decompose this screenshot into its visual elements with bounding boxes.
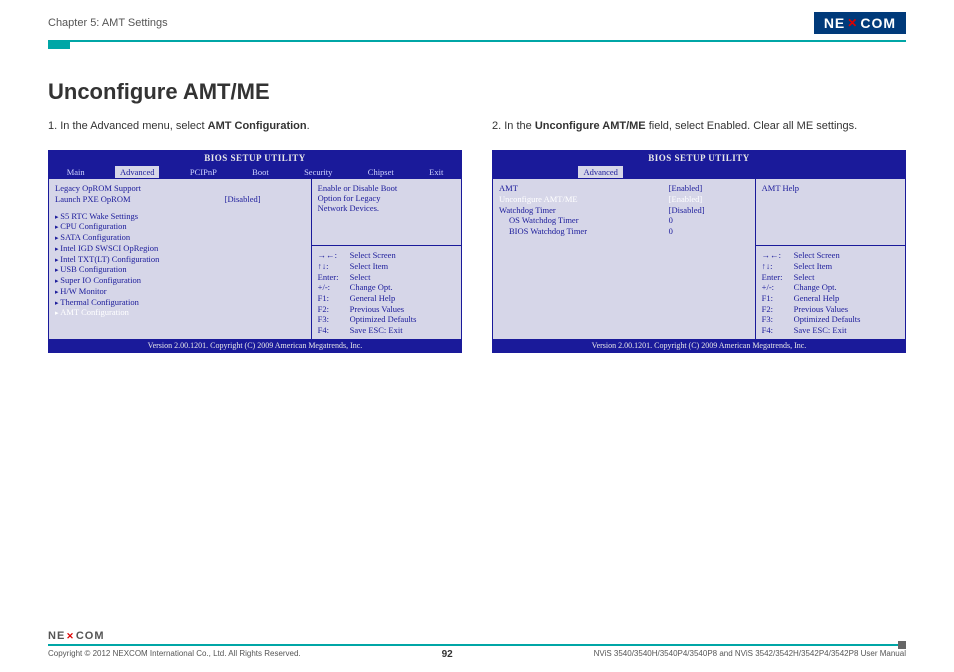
bios-menu-exit: Exit [424,166,448,178]
bios-menu: Main Advanced PCIPnP Boot Security Chipset Exi… [49,165,461,179]
instruction-1: 1. In the Advanced menu, select AMT Conf… [48,119,462,134]
bios-title: BIOS SETUP UTILITY [493,151,905,165]
bios-menu-security: Security [299,166,337,178]
header-rule [48,40,906,42]
page-header: Chapter 5: AMT Settings NE ✕ COM [0,0,954,38]
left-column: 1. In the Advanced menu, select AMT Conf… [48,119,462,353]
columns: 1. In the Advanced menu, select AMT Conf… [48,119,906,353]
bios-menu-advanced: Advanced [578,166,622,178]
footer-line: Copyright © 2012 NEXCOM International Co… [48,649,906,660]
right-column: 2. In the Unconfigure AMT/ME field, sele… [492,119,906,353]
footer-logo: NE ✕ COM [48,630,105,642]
bios-left-pane: Legacy OpROM SupportLaunch PXE OpROM[Dis… [49,179,312,339]
bios-menu-advanced: Advanced [115,166,159,178]
help-description: AMT Help [762,183,899,193]
help-divider [756,245,905,246]
content: Unconfigure AMT/ME 1. In the Advanced me… [0,49,954,353]
bios-right-pane: AMT Help →←:Select Screen↑↓:Select ItemE… [756,179,905,339]
bios-left-pane: AMT[Enabled]Unconfigure AMT/ME[Enabled]W… [493,179,756,339]
header-tab [48,41,70,49]
bios-screenshot-1: BIOS SETUP UTILITY Main Advanced PCIPnP Boo… [48,150,462,353]
bios-menu-main: Main [62,166,90,178]
bios-menu-boot: Boot [247,166,274,178]
bios-footer: Version 2.00.1201. Copyright (C) 2009 Am… [493,339,905,352]
help-description: Enable or Disable BootOption for LegacyN… [318,183,455,213]
bios-menu-chipset: Chipset [363,166,399,178]
logo-x-icon: ✕ [847,16,858,30]
nexcom-logo: NE ✕ COM [814,12,906,34]
help-divider [312,245,461,246]
bios-screenshot-2: BIOS SETUP UTILITY Main Advanced x x x x… [492,150,906,353]
copyright: Copyright © 2012 NEXCOM International Co… [48,649,301,660]
bios-body: AMT[Enabled]Unconfigure AMT/ME[Enabled]W… [493,179,905,339]
bios-body: Legacy OpROM SupportLaunch PXE OpROM[Dis… [49,179,461,339]
chapter-title: Chapter 5: AMT Settings [48,17,168,29]
bios-right-pane: Enable or Disable BootOption for LegacyN… [312,179,461,339]
help-keys: →←:Select Screen↑↓:Select ItemEnter:Sele… [318,250,455,335]
bios-menu-pcipnp: PCIPnP [185,166,222,178]
bios-menu: Main Advanced x x x x x [493,165,905,179]
bios-footer: Version 2.00.1201. Copyright (C) 2009 Am… [49,339,461,352]
page-number: 92 [442,649,453,660]
manual-title: NViS 3540/3540H/3540P4/3540P8 and NViS 3… [594,649,906,660]
logo-x-icon: ✕ [66,631,75,642]
page-footer: NE ✕ COM Copyright © 2012 NEXCOM Interna… [48,630,906,660]
footer-rule [48,644,906,646]
bios-title: BIOS SETUP UTILITY [49,151,461,165]
page-title: Unconfigure AMT/ME [48,79,906,105]
help-keys: →←:Select Screen↑↓:Select ItemEnter:Sele… [762,250,899,335]
instruction-2: 2. In the Unconfigure AMT/ME field, sele… [492,119,906,134]
